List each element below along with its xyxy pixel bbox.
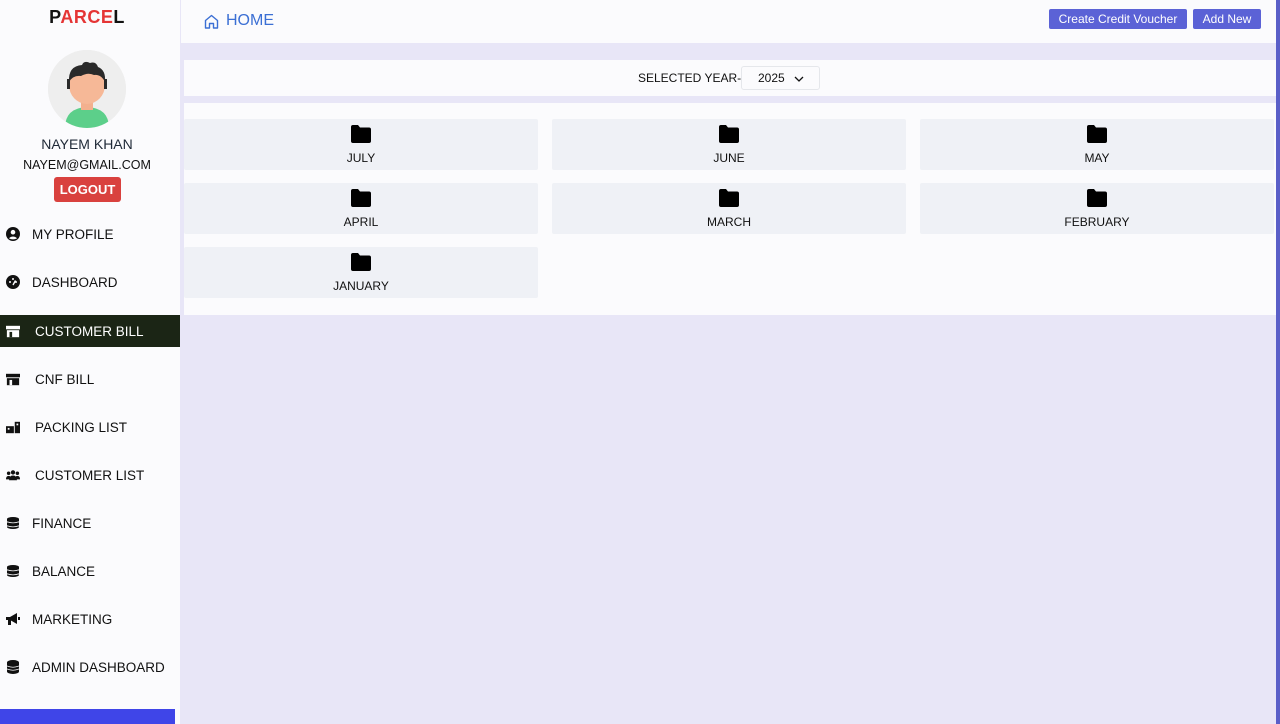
coins-icon: [6, 516, 20, 530]
folder-icon: [1087, 125, 1107, 143]
folder-label: JULY: [346, 151, 376, 165]
sidebar: PARCEL NAYEM KHAN NAYEM@GMAIL.COM LOGOUT…: [0, 0, 180, 724]
logo-letter-end: L: [113, 7, 125, 27]
sidebar-item-cnf-bill[interactable]: CNF BILL: [0, 363, 180, 395]
folder-icon: [351, 189, 371, 207]
logo-letter: P: [49, 7, 61, 27]
sidebar-item-label: CUSTOMER BILL: [35, 323, 144, 339]
sidebar-item-label: ADMIN DASHBOARD: [32, 659, 165, 675]
sidebar-item-customer-list[interactable]: CUSTOMER LIST: [0, 459, 180, 491]
sidebar-item-label: MY PROFILE: [32, 226, 114, 242]
sidebar-item-label: MARKETING: [32, 611, 113, 627]
create-credit-voucher-button[interactable]: Create Credit Voucher: [1049, 9, 1187, 29]
year-selector-bar: SELECTED YEAR- 2025: [184, 60, 1276, 96]
year-select[interactable]: 2025: [741, 66, 820, 90]
folder-icon: [719, 125, 739, 143]
folder-july[interactable]: JULY: [184, 119, 538, 170]
chevron-down-icon: [794, 73, 804, 83]
folder-may[interactable]: MAY: [920, 119, 1274, 170]
users-icon: [6, 468, 20, 482]
sidebar-item-balance[interactable]: BALANCE: [0, 555, 180, 587]
user-circle-icon: [6, 227, 20, 241]
folder-january[interactable]: JANUARY: [184, 247, 538, 298]
sidebar-item-packing-list[interactable]: PACKING LIST: [0, 411, 180, 443]
sidebar-item-marketing[interactable]: MARKETING: [0, 603, 180, 635]
brand-logo[interactable]: PARCEL: [0, 7, 174, 28]
logout-button[interactable]: LOGOUT: [54, 177, 121, 202]
coins-icon: [6, 564, 20, 578]
right-edge-bar: [1276, 0, 1280, 724]
home-label: HOME: [226, 12, 274, 29]
avatar-illustration: [48, 50, 126, 128]
add-new-button[interactable]: Add New: [1193, 9, 1261, 29]
sidebar-item-dashboard[interactable]: DASHBOARD: [0, 266, 180, 298]
sidebar-item-finance[interactable]: FINANCE: [0, 507, 180, 539]
folder-february[interactable]: FEBRUARY: [920, 183, 1274, 234]
sidebar-item-label: CUSTOMER LIST: [35, 467, 145, 483]
folder-label: JUNE: [713, 151, 745, 165]
folder-label: APRIL: [343, 215, 379, 229]
store-icon: [6, 324, 20, 338]
sidebar-item-admin-dashboard[interactable]: ADMIN DASHBOARD: [0, 651, 180, 683]
sidebar-item-my-profile[interactable]: MY PROFILE: [0, 218, 180, 250]
gauge-icon: [6, 275, 20, 289]
folder-label: MAY: [1084, 151, 1110, 165]
folder-icon: [351, 253, 371, 271]
top-header: HOME Create Credit Voucher Add New: [181, 0, 1276, 43]
year-label: SELECTED YEAR-: [638, 71, 742, 85]
logo-letters-red: ARCE: [60, 7, 114, 27]
home-link[interactable]: HOME: [203, 12, 274, 30]
folder-june[interactable]: JUNE: [552, 119, 906, 170]
megaphone-icon: [6, 612, 20, 626]
user-email: NAYEM@GMAIL.COM: [23, 158, 151, 172]
folder-march[interactable]: MARCH: [552, 183, 906, 234]
user-name: NAYEM KHAN: [41, 136, 133, 152]
sidebar-item-label: BALANCE: [32, 563, 96, 579]
folder-label: MARCH: [707, 215, 751, 229]
folder-label: FEBRUARY: [1064, 215, 1130, 229]
home-icon: [203, 13, 220, 30]
sidebar-footer-bar: [0, 709, 175, 724]
folder-icon: [1087, 189, 1107, 207]
sidebar-item-label: PACKING LIST: [35, 419, 128, 435]
folder-icon: [719, 189, 739, 207]
store-icon: [6, 372, 20, 386]
sidebar-item-label: CNF BILL: [35, 371, 95, 387]
sidebar-item-label: FINANCE: [32, 515, 92, 531]
avatar: [48, 50, 126, 128]
month-folders-panel: JULY JUNE MAY APRIL MARCH FEBRUARY JANUA…: [184, 103, 1276, 315]
sidebar-item-customer-bill[interactable]: CUSTOMER BILL: [0, 315, 180, 347]
folder-label: JANUARY: [333, 279, 389, 293]
database-icon: [6, 660, 20, 674]
folder-april[interactable]: APRIL: [184, 183, 538, 234]
sidebar-item-label: DASHBOARD: [32, 274, 118, 290]
year-select-value: 2025: [758, 71, 785, 85]
folder-icon: [351, 125, 371, 143]
boxes-icon: [6, 420, 20, 434]
